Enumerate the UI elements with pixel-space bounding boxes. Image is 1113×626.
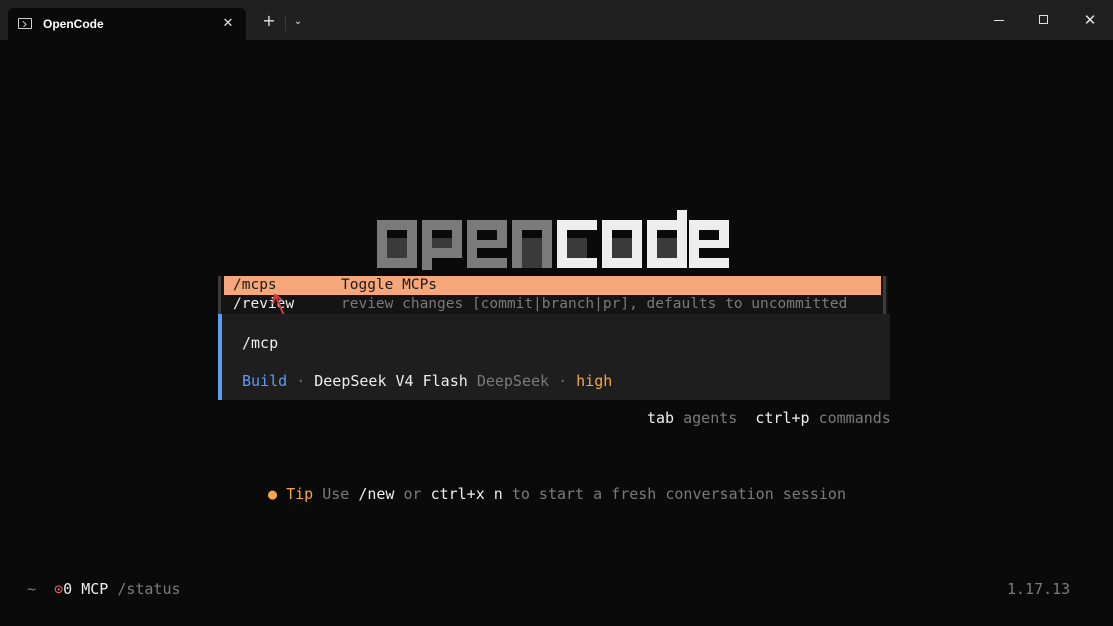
- prompt-box[interactable]: /mcp Build · DeepSeek V4 Flash DeepSeek …: [218, 314, 890, 400]
- logo-code: [557, 210, 729, 268]
- tab-close-icon[interactable]: ✕: [220, 16, 236, 32]
- maximize-button[interactable]: [1034, 10, 1054, 30]
- tip-command: /new: [358, 485, 395, 503]
- hint-key: tab: [647, 409, 675, 427]
- tip-text: or: [403, 485, 422, 503]
- new-tab-button[interactable]: +: [260, 12, 278, 30]
- autocomplete-item-review[interactable]: /review review changes [commit|branch|pr…: [224, 295, 881, 314]
- cwd-indicator: ~: [27, 580, 37, 598]
- chevron-down-icon[interactable]: ⌄: [291, 14, 305, 30]
- tip-text: to start a fresh conversation session: [511, 485, 846, 503]
- autocomplete-description: review changes [commit|branch|pr], defau…: [341, 296, 848, 312]
- agent-name[interactable]: Build: [242, 372, 287, 390]
- close-window-button[interactable]: ✕: [1080, 10, 1100, 30]
- model-name[interactable]: DeepSeek V4 Flash: [314, 372, 468, 390]
- tip-text: Use: [322, 485, 350, 503]
- prompt-input[interactable]: /mcp: [242, 334, 278, 352]
- key-hints: tab agents ctrl+p commands: [647, 409, 891, 427]
- tip-bullet-icon: ●: [268, 485, 278, 503]
- tip-shortcut: ctrl+x n: [430, 485, 503, 503]
- tab-opencode[interactable]: OpenCode ✕: [8, 8, 246, 40]
- command-autocomplete: /mcps Toggle MCPs /review review changes…: [218, 276, 888, 314]
- version-label: 1.17.13: [1007, 580, 1071, 598]
- tip-line: ● Tip Use /new or ctrl+x n to start a fr…: [268, 485, 846, 503]
- prompt-accent-bar: [218, 314, 222, 400]
- footer-status: ~ ⊙0 MCP /status: [27, 580, 181, 598]
- autocomplete-description: Toggle MCPs: [341, 277, 438, 293]
- separator-dot: ·: [558, 372, 568, 390]
- hint-label: commands: [818, 409, 891, 427]
- hint-label: agents: [683, 409, 738, 427]
- logo-open: [377, 220, 552, 270]
- status-command[interactable]: /status: [117, 580, 180, 598]
- terminal-icon: [18, 18, 32, 29]
- model-variant[interactable]: high: [576, 372, 612, 390]
- opencode-logo: [377, 210, 729, 270]
- minimize-button[interactable]: [989, 10, 1009, 30]
- mcp-status-icon: ⊙: [54, 580, 64, 598]
- separator-dot: ·: [296, 372, 306, 390]
- title-bar: OpenCode ✕ + ⌄ ✕: [0, 0, 1113, 40]
- tab-title: OpenCode: [43, 17, 104, 31]
- autocomplete-command: /mcps: [233, 277, 277, 293]
- mcp-label: MCP: [81, 580, 109, 598]
- tip-label: Tip: [286, 485, 314, 503]
- agent-model-line: Build · DeepSeek V4 Flash DeepSeek · hig…: [242, 372, 612, 390]
- hint-key: ctrl+p: [755, 409, 810, 427]
- provider-name: DeepSeek: [476, 372, 550, 390]
- autocomplete-item-mcps[interactable]: /mcps Toggle MCPs: [224, 276, 881, 295]
- mcp-count: 0: [63, 580, 73, 598]
- popup-scrollbar[interactable]: [883, 276, 886, 314]
- popup-border-left: [218, 276, 221, 314]
- tab-divider: [285, 15, 286, 31]
